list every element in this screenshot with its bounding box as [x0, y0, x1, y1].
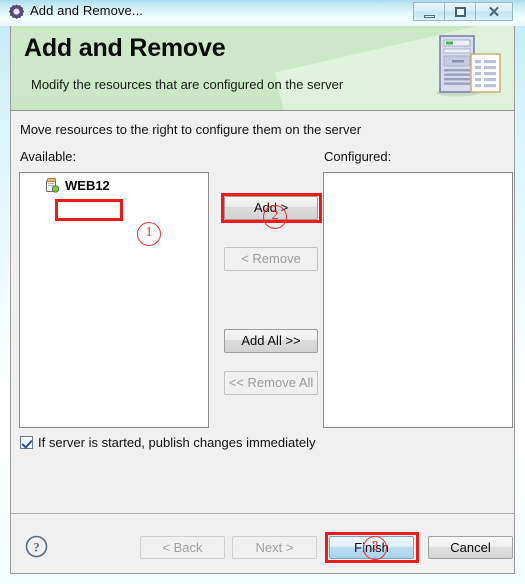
publish-immediately-checkbox[interactable]	[20, 436, 33, 449]
gear-icon	[8, 4, 25, 21]
window-title: Add and Remove...	[30, 3, 143, 18]
dialog-window: Add and Remove... ✕ Add and Remove Modif…	[0, 0, 525, 584]
minimize-button[interactable]	[413, 2, 444, 21]
title-bar: Add and Remove... ✕	[0, 0, 525, 26]
add-button[interactable]: Add >	[224, 196, 318, 220]
dialog-banner: Add and Remove Modify the resources that…	[11, 26, 514, 111]
publish-immediately-row[interactable]: If server is started, publish changes im…	[20, 435, 315, 450]
close-button[interactable]: ✕	[475, 2, 513, 21]
dialog-body: Add and Remove Modify the resources that…	[10, 26, 515, 574]
finish-button[interactable]: Finish	[329, 536, 414, 559]
configured-list[interactable]	[323, 172, 513, 428]
minimize-icon	[424, 15, 435, 18]
page-subtitle: Modify the resources that are configured…	[31, 77, 344, 92]
web-project-icon	[44, 177, 60, 193]
page-title: Add and Remove	[24, 34, 226, 62]
back-button: < Back	[140, 536, 225, 559]
question-mark-icon[interactable]: ?	[25, 535, 48, 558]
remove-all-button: << Remove All	[224, 371, 318, 395]
next-button: Next >	[232, 536, 317, 559]
maximize-button[interactable]	[444, 2, 475, 21]
add-all-button[interactable]: Add All >>	[224, 329, 318, 353]
cancel-button[interactable]: Cancel	[428, 536, 513, 559]
svg-text:?: ?	[33, 540, 40, 555]
available-label: Available:	[20, 149, 77, 164]
configured-label: Configured:	[324, 149, 392, 164]
maximize-icon	[455, 7, 466, 17]
footer-separator	[11, 513, 514, 514]
close-icon: ✕	[487, 5, 501, 21]
list-item[interactable]: WEB12	[44, 177, 110, 193]
instruction-text: Move resources to the right to configure…	[20, 122, 362, 137]
remove-button: < Remove	[224, 247, 318, 271]
available-list[interactable]: WEB12	[19, 172, 209, 428]
server-and-document-icon	[430, 30, 502, 100]
publish-immediately-label: If server is started, publish changes im…	[38, 435, 316, 450]
list-item-label: WEB12	[65, 177, 110, 193]
